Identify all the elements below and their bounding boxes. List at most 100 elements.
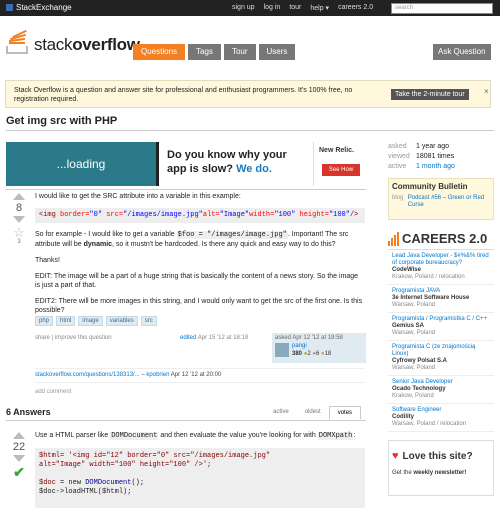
love-title: Love this site? [402, 450, 473, 462]
add-comment-link[interactable]: add comment [35, 389, 71, 395]
logo-part2: overflow [72, 35, 140, 54]
community-bulletin: Community Bulletin blog Podcast #56 – Gre… [388, 178, 494, 220]
asked-date: asked Apr 12 '12 at 19:58 [275, 335, 343, 341]
bulletin-link[interactable]: Podcast #56 – Green or Red Curse [408, 195, 490, 209]
tag-src[interactable]: src [140, 316, 157, 326]
tour-link[interactable]: tour [289, 4, 301, 12]
main-nav: Questions Tags Tour Users [133, 44, 296, 60]
divider [35, 382, 365, 383]
tag-image[interactable]: image [78, 316, 103, 326]
job-listing[interactable]: Lead Java Developer - $#%&% tired of cor… [388, 250, 494, 285]
help-link[interactable]: help ▾ [310, 4, 329, 12]
welcome-notice: Stack Overflow is a question and answer … [5, 80, 491, 108]
tab-oldest[interactable]: oldest [297, 406, 329, 420]
newsletter-link[interactable]: Get the weekly newsletter! [392, 470, 490, 476]
site-logo[interactable]: stackoverflow [6, 29, 140, 54]
job-listing[interactable]: Senior Java Developer Ocado Technology Kra… [388, 376, 494, 404]
signup-link[interactable]: sign up [232, 4, 255, 12]
divider [35, 368, 365, 369]
careers-link[interactable]: careers 2.0 [338, 4, 373, 12]
ad-text: Do you know why your app is slow? We do. [159, 142, 313, 186]
stackexchange-menu[interactable]: Stack Exchange [6, 3, 72, 12]
downvote-icon[interactable] [13, 455, 25, 462]
question-edit1: EDIT: The image will be a part of a huge… [35, 273, 359, 289]
top-bar: Stack Exchange sign up log in tour help ▾… [0, 0, 500, 16]
stackexchange-icon [6, 4, 13, 11]
active-label: active [388, 163, 407, 170]
tab-votes[interactable]: votes [328, 406, 362, 420]
newsletter-box: ♥ Love this site? Get the weekly newslett… [388, 440, 494, 496]
ad-line1: Do you know why your [167, 149, 287, 161]
ad-loading: ...loading [6, 142, 156, 186]
comment-link[interactable]: stackoverflow.com/questions/138313/... [35, 372, 140, 378]
nav-users[interactable]: Users [258, 44, 296, 60]
close-icon[interactable]: × [484, 87, 489, 96]
search-input[interactable]: search [391, 3, 493, 14]
answer-vote-count: 22 [12, 441, 26, 453]
answer-vote-cell: 22 ✔ [9, 432, 29, 479]
question-vote-cell: 8 ☆ 3 [9, 193, 29, 245]
viewed-label: viewed [388, 153, 410, 160]
comment-date: Apr 12 '12 at 20:00 [169, 372, 222, 378]
edited-link[interactable]: edited [180, 335, 196, 341]
careers-title: CAREERS 2.0 [402, 231, 488, 246]
asker-name[interactable]: pangi [292, 343, 307, 349]
question-actions[interactable]: share | improve this question [35, 335, 112, 341]
edited-date: Apr 15 '12 at 18:18 [196, 335, 249, 341]
nav-questions[interactable]: Questions [133, 44, 186, 60]
careers-panel: CAREERS 2.0 Lead Java Developer - $#%&% … [388, 228, 494, 432]
comment: stackoverflow.com/questions/138313/... –… [35, 372, 222, 378]
ad-line2b: We do. [236, 163, 272, 175]
job-listing[interactable]: Programista JAVA 3e Internet Software Hou… [388, 285, 494, 313]
downvote-icon[interactable] [13, 216, 25, 223]
upvote-icon[interactable] [13, 432, 25, 439]
favorite-count: 3 [17, 239, 21, 245]
careers-bars-icon [388, 231, 399, 246]
avatar[interactable] [275, 343, 289, 357]
divider [6, 420, 366, 421]
tag-php[interactable]: php [35, 316, 54, 326]
notice-text: Stack Overflow is a question and answer … [14, 87, 353, 103]
question-title[interactable]: Get img src with PHP [6, 115, 117, 127]
nav-tags[interactable]: Tags [188, 44, 221, 60]
question-body: I would like to get the SRC attribute in… [35, 192, 365, 322]
brand-suffix: Exchange [36, 3, 72, 12]
tag-variables[interactable]: variables [105, 316, 138, 326]
stack-icon [6, 29, 32, 54]
question-thanks: Thanks! [35, 257, 60, 264]
question-edit2: EDIT2: There will be more images in this… [35, 298, 363, 314]
answers-header: 6 Answers [6, 407, 51, 417]
divider [6, 189, 366, 190]
job-listing[interactable]: Programista C (ze znajomością Linux) Cyfr… [388, 341, 494, 376]
question-code: <img border="0" src="/images/image.jpg"a… [35, 208, 365, 223]
advertisement[interactable]: ...loading Do you know why your app is s… [6, 142, 366, 186]
nav-tour[interactable]: Tour [223, 44, 256, 60]
upvote-icon[interactable] [13, 193, 25, 200]
edited-info: edited Apr 15 '12 at 18:18 [180, 335, 248, 341]
answer-sort-tabs: active oldest votes [265, 406, 362, 420]
question-vote-count: 8 [15, 202, 23, 214]
tab-active[interactable]: active [265, 406, 297, 420]
ask-question-button[interactable]: Ask Question [433, 44, 491, 60]
ad-brand-panel: New Relic. See How [313, 142, 366, 186]
tour-button[interactable]: Take the 2-minute tour [391, 89, 469, 100]
active-value[interactable]: 1 month ago [416, 162, 455, 172]
question-tags: php html image variables src [35, 316, 157, 326]
bulletin-label: blog [392, 195, 404, 201]
heart-icon: ♥ [392, 450, 399, 462]
job-listing[interactable]: Programista / Programistka C / C++ Gemius… [388, 313, 494, 341]
logo-part1: stack [34, 35, 73, 54]
tag-html[interactable]: html [56, 316, 76, 326]
ad-brand: New Relic. [319, 147, 355, 154]
favorite-star-icon[interactable]: ☆ [9, 226, 29, 239]
viewed-value: 18081 times [416, 153, 455, 160]
divider [6, 130, 494, 131]
login-link[interactable]: log in [264, 4, 281, 12]
answer-body: Use a HTML parser like DOMDocument and t… [35, 431, 365, 508]
careers-header[interactable]: CAREERS 2.0 [388, 228, 494, 250]
ad-line2a: app is slow? [167, 163, 237, 175]
comment-user[interactable]: kpobrien [146, 372, 169, 378]
ad-cta-button[interactable]: See How [322, 164, 360, 176]
asker-card: asked Apr 12 '12 at 19:58 pangi 380 ●2 ●… [272, 333, 366, 363]
job-listing[interactable]: Software Engineer Codility Warsaw, Poland … [388, 404, 494, 432]
